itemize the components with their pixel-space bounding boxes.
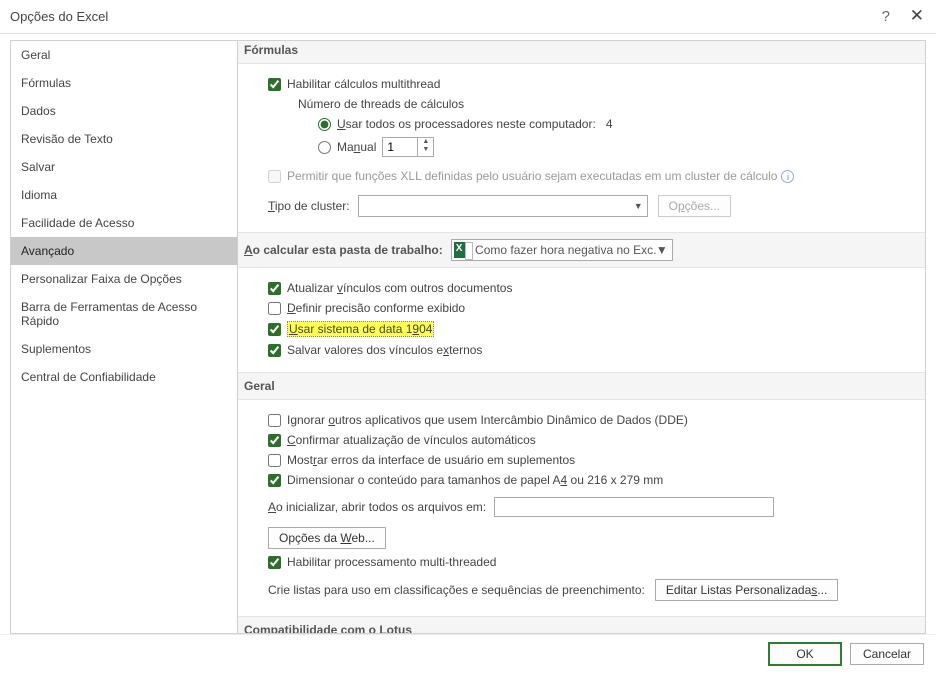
content-pane: Fórmulas Habilitar cálculos multithread … <box>238 40 926 634</box>
manual-threads-input[interactable] <box>383 138 417 156</box>
update-links-checkbox[interactable] <box>268 282 281 295</box>
web-options-button[interactable]: Opções da Web... <box>268 527 386 549</box>
ignore-dde-checkbox[interactable] <box>268 414 281 427</box>
info-icon[interactable]: i <box>781 170 794 183</box>
chevron-down-icon: ▼ <box>628 201 643 211</box>
cancel-button[interactable]: Cancelar <box>850 643 924 665</box>
section-header-lotus: Compatibilidade com o Lotus <box>238 616 925 634</box>
cluster-options-button: Opções... <box>658 195 731 217</box>
sidebar-item-dados[interactable]: Dados <box>11 97 237 125</box>
spinner-arrows-icon[interactable]: ▲▼ <box>417 138 433 156</box>
sidebar-item-personalizar-faixa[interactable]: Personalizar Faixa de Opções <box>11 265 237 293</box>
workbook-name: Como fazer hora negativa no Exc... <box>475 243 656 257</box>
edit-custom-lists-button[interactable]: Editar Listas Personalizadas... <box>655 579 838 601</box>
show-addin-errors-label: Mostrar erros da interface de usuário em… <box>287 453 575 467</box>
window-title: Opções do Excel <box>10 9 108 24</box>
set-precision-label: Definir precisão conforme exibido <box>287 301 465 315</box>
custom-lists-label: Crie listas para uso em classificações e… <box>268 583 645 597</box>
cluster-type-dropdown[interactable]: ▼ <box>358 195 648 217</box>
scale-a4-label: Dimensionar o conteúdo para tamanhos de … <box>287 473 663 487</box>
startup-open-input[interactable] <box>494 497 774 517</box>
date-1904-checkbox[interactable] <box>268 323 281 336</box>
save-external-checkbox[interactable] <box>268 344 281 357</box>
section-header-formulas: Fórmulas <box>238 40 925 64</box>
confirm-auto-label: Confirmar atualização de vínculos automá… <box>287 433 536 447</box>
sidebar-item-central-confiabilidade[interactable]: Central de Confiabilidade <box>11 363 237 391</box>
manual-threads-label: Manual <box>337 140 376 154</box>
enable-multithread-label: Habilitar cálculos multithread <box>287 77 440 91</box>
cluster-type-label: Tipo de cluster: <box>268 199 350 213</box>
confirm-auto-checkbox[interactable] <box>268 434 281 447</box>
close-icon[interactable]: ✕ <box>910 6 924 26</box>
enable-multithread-checkbox[interactable] <box>268 78 281 91</box>
sidebar: Geral Fórmulas Dados Revisão de Texto Sa… <box>10 40 238 634</box>
section-header-calc-workbook: Ao calcular esta pasta de trabalho: Como… <box>238 232 925 268</box>
workbook-dropdown[interactable]: Como fazer hora negativa no Exc... ▼ <box>451 239 673 261</box>
sidebar-item-suplementos[interactable]: Suplementos <box>11 335 237 363</box>
ok-button[interactable]: OK <box>768 642 842 666</box>
titlebar: Opções do Excel ? ✕ <box>0 0 936 34</box>
chevron-down-icon: ▼ <box>656 243 672 257</box>
dialog-footer: OK Cancelar <box>0 634 936 672</box>
sidebar-item-salvar[interactable]: Salvar <box>11 153 237 181</box>
multithread-proc-checkbox[interactable] <box>268 556 281 569</box>
help-icon[interactable]: ? <box>882 8 890 25</box>
multithread-proc-label: Habilitar processamento multi-threaded <box>287 555 496 569</box>
sidebar-item-idioma[interactable]: Idioma <box>11 181 237 209</box>
startup-open-label: Ao inicializar, abrir todos os arquivos … <box>268 500 486 514</box>
sidebar-item-geral[interactable]: Geral <box>11 41 237 69</box>
set-precision-checkbox[interactable] <box>268 302 281 315</box>
xll-cluster-label: Permitir que funções XLL definidas pelo … <box>287 169 777 183</box>
section-header-geral: Geral <box>238 372 925 400</box>
update-links-label: Atualizar vínculos com outros documentos <box>287 281 512 295</box>
num-threads-label: Número de threads de cálculos <box>298 97 464 111</box>
manual-threads-spinner[interactable]: ▲▼ <box>382 137 434 157</box>
excel-workbook-icon <box>454 242 471 258</box>
date-1904-label: Usar sistema de data 1904 <box>287 321 434 337</box>
save-external-label: Salvar valores dos vínculos externos <box>287 343 482 357</box>
sidebar-item-acessibilidade[interactable]: Facilidade de Acesso <box>11 209 237 237</box>
sidebar-item-formulas[interactable]: Fórmulas <box>11 69 237 97</box>
show-addin-errors-checkbox[interactable] <box>268 454 281 467</box>
manual-threads-radio[interactable] <box>318 141 331 154</box>
xll-cluster-checkbox <box>268 170 281 183</box>
sidebar-item-revisao[interactable]: Revisão de Texto <box>11 125 237 153</box>
scale-a4-checkbox[interactable] <box>268 474 281 487</box>
sidebar-item-barra-acesso-rapido[interactable]: Barra de Ferramentas de Acesso Rápido <box>11 293 237 335</box>
ignore-dde-label: Ignorar outros aplicativos que usem Inte… <box>287 413 688 427</box>
use-all-processors-label: Usar todos os processadores neste comput… <box>337 117 613 131</box>
use-all-processors-radio[interactable] <box>318 118 331 131</box>
sidebar-item-avancado[interactable]: Avançado <box>11 237 237 265</box>
dialog-body: Geral Fórmulas Dados Revisão de Texto Sa… <box>0 34 936 634</box>
